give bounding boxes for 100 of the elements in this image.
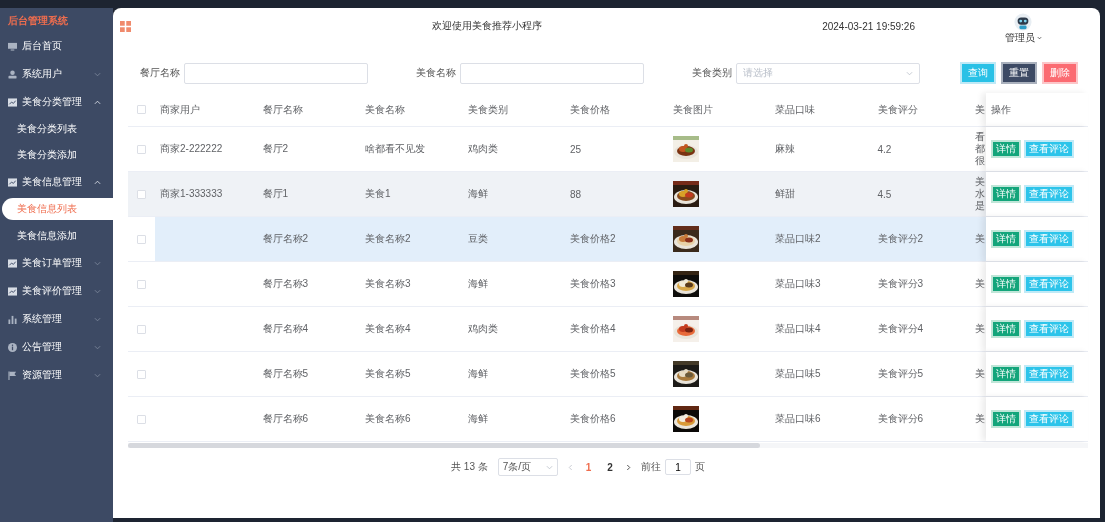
input-field[interactable]	[184, 62, 368, 84]
table-cell: 美食名称4	[365, 322, 411, 336]
info-icon	[8, 342, 17, 352]
table-cell: 美食价格4	[570, 322, 616, 336]
table-cell: 商家2-222222	[160, 142, 223, 156]
table-cell: 美水是	[975, 176, 985, 212]
column-header: 操作	[991, 102, 1011, 117]
table-cell: 鸡肉类	[467, 322, 498, 336]
field-label: 美食名称	[416, 66, 456, 80]
welcome-title: 欢迎使用美食推荐小程序	[431, 20, 542, 31]
table-cell: 啥都看不见发	[365, 142, 425, 156]
checkbox[interactable]	[137, 105, 146, 114]
table-cell: 餐厅1	[262, 187, 289, 201]
goto-label: 前往	[640, 460, 661, 474]
checkbox[interactable]	[137, 324, 146, 334]
nav-subitem[interactable]: 美食分类列表	[0, 116, 113, 142]
table-cell: 菜品口味3	[775, 277, 821, 291]
nav-item[interactable]: 美食分类管理	[0, 88, 113, 116]
nav-subitem[interactable]: 美食信息添加	[0, 223, 113, 249]
chart-icon	[8, 177, 17, 187]
reset-button[interactable]: 重置	[1001, 62, 1037, 84]
user-icon	[8, 69, 17, 79]
table-row[interactable]: 餐厅名称3 美食名称3 海鲜 美食价格3 菜品口味3 美食评分3 美 详情 查看评论	[128, 262, 1088, 307]
table-cell: 海鲜	[467, 277, 488, 291]
column-header: 美食评分	[877, 102, 918, 117]
checkbox[interactable]	[137, 369, 146, 379]
column-header: 美食价格	[570, 102, 610, 117]
table-cell: 美食1	[365, 187, 391, 201]
column-header: 菜品口味	[775, 102, 815, 117]
next-page-icon[interactable]	[625, 463, 631, 471]
table-cell: 餐厅名称4	[262, 322, 309, 336]
table-cell: 鲜甜	[775, 187, 795, 201]
table-cell: 看都很	[975, 131, 985, 167]
column-header: 美食名称	[365, 102, 405, 117]
table-cell: 美	[975, 323, 985, 335]
nav-item[interactable]: 系统用户	[0, 60, 113, 88]
table-cell: 美食名称6	[365, 412, 411, 426]
table-cell: 美	[975, 278, 985, 290]
table-cell: 4.5	[877, 188, 892, 200]
table-cell: 鸡肉类	[467, 142, 498, 156]
page-number[interactable]: 2	[604, 461, 616, 473]
caret-icon	[1036, 36, 1042, 40]
checkbox[interactable]	[137, 414, 146, 424]
table-cell: 4.2	[877, 143, 892, 155]
chevron-down-icon	[545, 464, 553, 470]
robot-avatar-icon	[1014, 13, 1032, 31]
table-cell: 美	[975, 233, 985, 245]
nav-item[interactable]: 美食评价管理	[0, 277, 113, 305]
column-header: 美食图片	[672, 102, 713, 117]
checkbox[interactable]	[137, 279, 146, 289]
table-cell: 美食价格5	[570, 367, 616, 381]
table-row[interactable]: 餐厅名称2 美食名称2 豆类 美食价格2 菜品口味2 美食评分2 美 详情 查看评论	[128, 217, 1088, 262]
table-cell: 菜品口味2	[775, 232, 821, 246]
table-cell: 美食名称2	[365, 232, 411, 246]
table-cell: 菜品口味4	[775, 322, 821, 336]
column-header: 美	[975, 102, 985, 117]
checkbox[interactable]	[137, 144, 146, 154]
monitor-icon	[8, 41, 17, 51]
table-cell: 海鲜	[467, 412, 488, 426]
table-cell: 美食价格3	[570, 277, 616, 291]
table-cell: 美食价格6	[570, 412, 616, 426]
table-cell: 美食评分3	[877, 277, 924, 291]
nav-subitem[interactable]: 美食分类添加	[0, 142, 113, 168]
page-size-select[interactable]: 7条/页	[497, 458, 558, 476]
grid-icon[interactable]	[120, 20, 131, 32]
table-cell: 美食评分5	[877, 367, 924, 381]
nav-item[interactable]: 系统管理	[0, 305, 113, 333]
table-row[interactable]: 商家1-333333 餐厅1 美食1 海鲜 88 鲜甜 4.5 美水是 详情 查看评论	[128, 172, 1088, 217]
table-cell: 餐厅名称6	[262, 412, 309, 426]
user-menu[interactable]: 管理员	[1004, 31, 1042, 45]
table-cell: 商家1-333333	[160, 187, 223, 201]
nav-item[interactable]: 美食订单管理	[0, 249, 113, 277]
column-header: 商家用户	[160, 102, 200, 117]
table-row[interactable]: 餐厅名称4 美食名称4 鸡肉类 美食价格4 菜品口味4 美食评分4 美 详情 查看评论	[128, 307, 1088, 352]
table-cell: 美食评分6	[877, 412, 924, 426]
nav-item[interactable]: 美食信息管理	[0, 168, 113, 196]
table-row[interactable]: 餐厅名称5 美食名称5 海鲜 美食价格5 菜品口味5 美食评分5 美 详情 查看评论	[128, 352, 1088, 397]
nav-item[interactable]: 公告管理	[0, 333, 113, 361]
page-input[interactable]: 1	[664, 459, 691, 475]
nav-item[interactable]: 资源管理	[0, 361, 113, 389]
table-cell: 麻辣	[775, 142, 795, 156]
table-cell: 美食评分2	[877, 232, 924, 246]
table-cell: 25	[570, 143, 582, 155]
table-cell: 菜品口味6	[775, 412, 821, 426]
table-cell: 海鲜	[467, 187, 488, 201]
checkbox[interactable]	[137, 234, 146, 244]
previous-page-icon[interactable]	[567, 463, 573, 471]
nav-item[interactable]: 后台首页	[0, 32, 113, 60]
chart-icon	[8, 286, 17, 296]
checkbox[interactable]	[137, 189, 146, 199]
table-cell: 88	[570, 188, 582, 200]
table-cell: 餐厅名称3	[262, 277, 309, 291]
input-field[interactable]	[460, 62, 644, 84]
table-cell: 美食价格2	[570, 232, 616, 246]
table-cell: 餐厅2	[262, 142, 289, 156]
scrollbar-thumb[interactable]	[128, 443, 760, 448]
flag-icon	[8, 370, 17, 380]
chart-icon	[8, 258, 17, 268]
table-cell: 美食名称3	[365, 277, 411, 291]
table-row[interactable]: 餐厅名称6 美食名称6 海鲜 美食价格6 菜品口味6 美食评分6 美 详情 查看评论	[128, 397, 1088, 442]
